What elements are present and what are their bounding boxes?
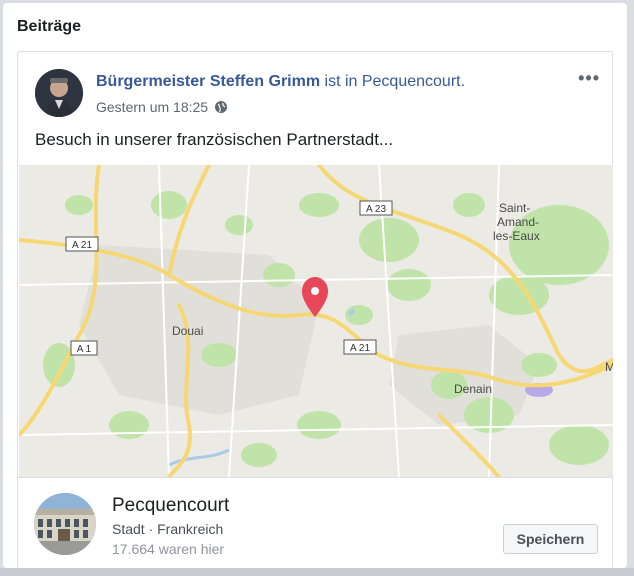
place-name-link[interactable]: Pecquencourt: [112, 495, 229, 517]
road-label-a21-west: A 21: [72, 240, 92, 251]
post-card: Bürgermeister Steffen Grimm ist in Pecqu…: [17, 51, 613, 576]
location-link[interactable]: Pecquencourt.: [362, 73, 465, 90]
place-checkins: 17.664 waren hier: [112, 541, 225, 557]
map-preview[interactable]: A 21 A 23 A 1 A 21 Douai Denain Saint- A…: [19, 165, 613, 477]
author-line: Bürgermeister Steffen Grimm ist in Pecqu…: [96, 73, 465, 91]
globe-icon[interactable]: [214, 100, 228, 114]
author-avatar[interactable]: [35, 69, 83, 117]
map-label-saint-amand-3: les-Eaux: [493, 229, 540, 243]
post-text: Besuch in unserer französischen Partners…: [35, 130, 394, 149]
road-label-a21-east: A 21: [350, 343, 370, 354]
road-label-a1: A 1: [77, 344, 92, 355]
map-label-saint-amand-1: Saint-: [499, 201, 530, 215]
map-label-edge: M: [605, 360, 613, 374]
place-card: Pecquencourt Stadt · Frankreich 17.664 w…: [18, 477, 612, 567]
post-meta: Gestern um 18:25: [96, 99, 228, 115]
location-prefix: ist in: [320, 73, 362, 90]
place-category: Stadt · Frankreich: [112, 521, 224, 537]
map-label-denain: Denain: [454, 382, 492, 396]
map-label-saint-amand-2: Amand-: [497, 215, 539, 229]
post-timestamp[interactable]: Gestern um 18:25: [96, 99, 208, 115]
section-title: Beiträge: [17, 18, 82, 35]
author-name-link[interactable]: Bürgermeister Steffen Grimm: [96, 73, 320, 90]
bottom-scroll-edge: [0, 568, 634, 576]
place-thumbnail[interactable]: [34, 493, 96, 555]
posts-panel: Beiträge Bürgermeister Steffen Grimm ist…: [3, 3, 627, 576]
save-button[interactable]: Speichern: [503, 524, 598, 554]
map-label-douai: Douai: [172, 324, 203, 338]
road-label-a23: A 23: [366, 204, 386, 215]
more-options-button[interactable]: •••: [578, 68, 600, 89]
